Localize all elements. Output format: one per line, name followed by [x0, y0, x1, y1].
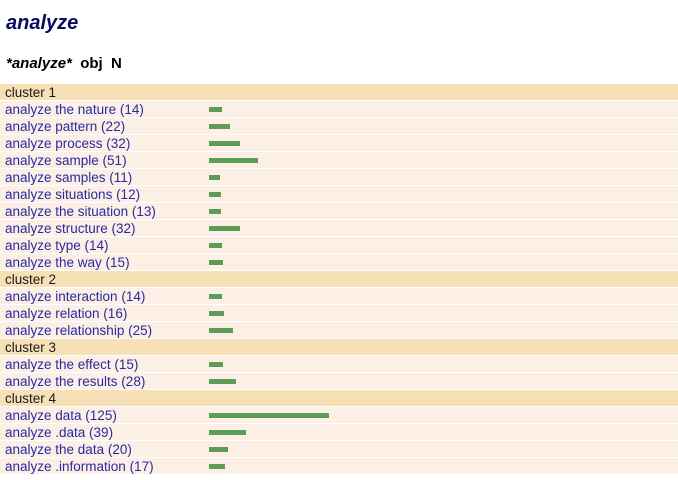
collocation-link[interactable]: analyze sample (51) — [5, 152, 127, 169]
cluster-header: cluster 4 — [0, 390, 678, 407]
collocation-row: analyze sample (51) — [0, 152, 678, 169]
collocation-row: analyze the effect (15) — [0, 356, 678, 373]
collocation-row: analyze the results (28) — [0, 373, 678, 390]
collocation-link[interactable]: analyze .information (17) — [5, 458, 154, 475]
collocation-row: analyze relationship (25) — [0, 322, 678, 339]
frequency-bar — [209, 464, 225, 469]
frequency-bar — [209, 192, 221, 197]
collocation-row: analyze .data (39) — [0, 424, 678, 441]
collocation-row: analyze .information (17) — [0, 458, 678, 475]
frequency-bar — [209, 260, 223, 265]
cluster-label: cluster 3 — [5, 340, 57, 355]
frequency-bar — [209, 124, 230, 129]
frequency-bar — [209, 379, 236, 384]
frequency-bar — [209, 209, 221, 214]
collocation-row: analyze structure (32) — [0, 220, 678, 237]
collocation-link[interactable]: analyze type (14) — [5, 237, 109, 254]
subtitle-relation: obj N — [71, 55, 122, 72]
collocation-row: analyze relation (16) — [0, 305, 678, 322]
cluster-header: cluster 2 — [0, 271, 678, 288]
cluster-header: cluster 1 — [0, 84, 678, 101]
collocation-row: analyze samples (11) — [0, 169, 678, 186]
frequency-bar — [209, 294, 222, 299]
collocation-table: cluster 1 analyze the nature (14) analyze … — [0, 84, 678, 475]
frequency-bar — [209, 243, 222, 248]
frequency-bar — [209, 328, 233, 333]
frequency-bar — [209, 158, 258, 163]
frequency-bar — [209, 430, 246, 435]
collocation-link[interactable]: analyze situations (12) — [5, 186, 140, 203]
frequency-bar — [209, 413, 329, 418]
collocation-link[interactable]: analyze samples (11) — [5, 169, 132, 186]
collocation-link[interactable]: analyze the effect (15) — [5, 356, 138, 373]
page-subtitle: *analyze* obj N — [6, 55, 122, 72]
frequency-bar — [209, 226, 240, 231]
cluster-label: cluster 1 — [5, 85, 57, 100]
collocation-row: analyze interaction (14) — [0, 288, 678, 305]
subtitle-keyword: *analyze* — [6, 55, 72, 72]
collocation-link[interactable]: analyze pattern (22) — [5, 118, 125, 135]
collocation-link[interactable]: analyze data (125) — [5, 407, 117, 424]
collocation-row: analyze process (32) — [0, 135, 678, 152]
collocation-link[interactable]: analyze .data (39) — [5, 424, 113, 441]
collocation-row: analyze data (125) — [0, 407, 678, 424]
collocation-link[interactable]: analyze process (32) — [5, 135, 130, 152]
collocation-link[interactable]: analyze structure (32) — [5, 220, 136, 237]
collocation-link[interactable]: analyze interaction (14) — [5, 288, 145, 305]
cluster-header: cluster 3 — [0, 339, 678, 356]
collocation-link[interactable]: analyze relationship (25) — [5, 322, 152, 339]
collocation-row: analyze the way (15) — [0, 254, 678, 271]
collocation-row: analyze the data (20) — [0, 441, 678, 458]
frequency-bar — [209, 141, 240, 146]
page-title: analyze — [6, 12, 79, 34]
collocation-row: analyze situations (12) — [0, 186, 678, 203]
collocation-link[interactable]: analyze relation (16) — [5, 305, 127, 322]
collocation-link[interactable]: analyze the results (28) — [5, 373, 145, 390]
frequency-bar — [209, 175, 220, 180]
frequency-bar — [209, 447, 228, 452]
collocation-row: analyze the situation (13) — [0, 203, 678, 220]
frequency-bar — [209, 362, 223, 367]
frequency-bar — [209, 311, 224, 316]
collocation-link[interactable]: analyze the situation (13) — [5, 203, 156, 220]
collocation-row: analyze type (14) — [0, 237, 678, 254]
collocation-link[interactable]: analyze the data (20) — [5, 441, 132, 458]
collocation-row: analyze pattern (22) — [0, 118, 678, 135]
cluster-label: cluster 2 — [5, 272, 57, 287]
collocation-link[interactable]: analyze the nature (14) — [5, 101, 144, 118]
collocation-link[interactable]: analyze the way (15) — [5, 254, 130, 271]
cluster-label: cluster 4 — [5, 391, 57, 406]
frequency-bar — [209, 107, 222, 112]
collocation-row: analyze the nature (14) — [0, 101, 678, 118]
